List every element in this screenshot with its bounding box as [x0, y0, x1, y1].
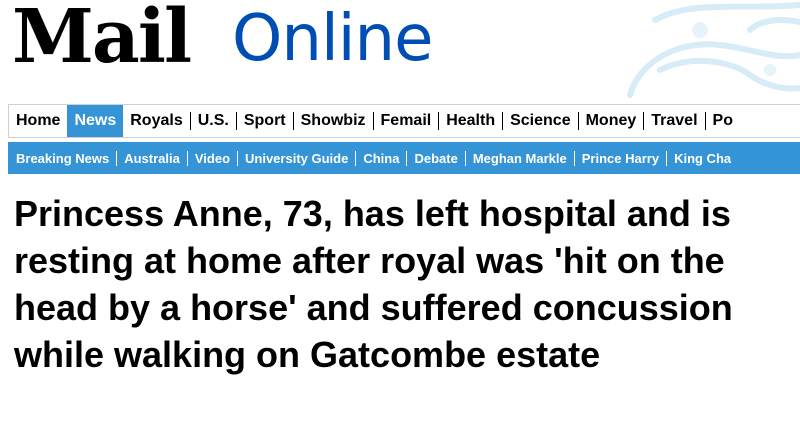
nav-item-travel[interactable]: Travel [643, 112, 704, 130]
nav-item-money[interactable]: Money [577, 112, 644, 130]
subnav-item-truncated[interactable]: King Cha [666, 150, 738, 166]
subnav-item-university-guide[interactable]: University Guide [237, 150, 355, 166]
subnav-item-video[interactable]: Video [186, 150, 237, 166]
nav-item-truncated[interactable]: Po [704, 112, 740, 130]
secondary-nav: Breaking News Australia Video University… [8, 142, 800, 174]
nav-item-health[interactable]: Health [438, 112, 502, 130]
nav-item-science[interactable]: Science [502, 112, 577, 130]
nav-item-home[interactable]: Home [9, 112, 67, 130]
nav-item-us[interactable]: U.S. [189, 112, 236, 130]
subnav-item-china[interactable]: China [355, 150, 406, 166]
nav-item-royals[interactable]: Royals [123, 112, 189, 130]
subnav-item-meghan-markle[interactable]: Meghan Markle [464, 150, 574, 166]
logo-mail-text: Mail [12, 0, 192, 80]
logo-online-text: Online [232, 2, 433, 76]
nav-item-sport[interactable]: Sport [235, 112, 293, 130]
nav-item-news[interactable]: News [67, 105, 124, 137]
nav-item-showbiz[interactable]: Showbiz [292, 112, 373, 130]
subnav-item-breaking-news[interactable]: Breaking News [10, 151, 116, 166]
subnav-item-australia[interactable]: Australia [116, 150, 187, 166]
masthead-watermark-icon [600, 0, 800, 100]
subnav-item-prince-harry[interactable]: Prince Harry [573, 150, 666, 166]
primary-nav: Home News Royals U.S. Sport Showbiz Fema… [8, 104, 800, 138]
subnav-item-debate[interactable]: Debate [406, 150, 464, 166]
article-headline: Princess Anne, 73, has left hospital and… [14, 193, 733, 375]
nav-item-femail[interactable]: Femail [372, 112, 439, 130]
masthead: Mail Online [0, 0, 800, 100]
